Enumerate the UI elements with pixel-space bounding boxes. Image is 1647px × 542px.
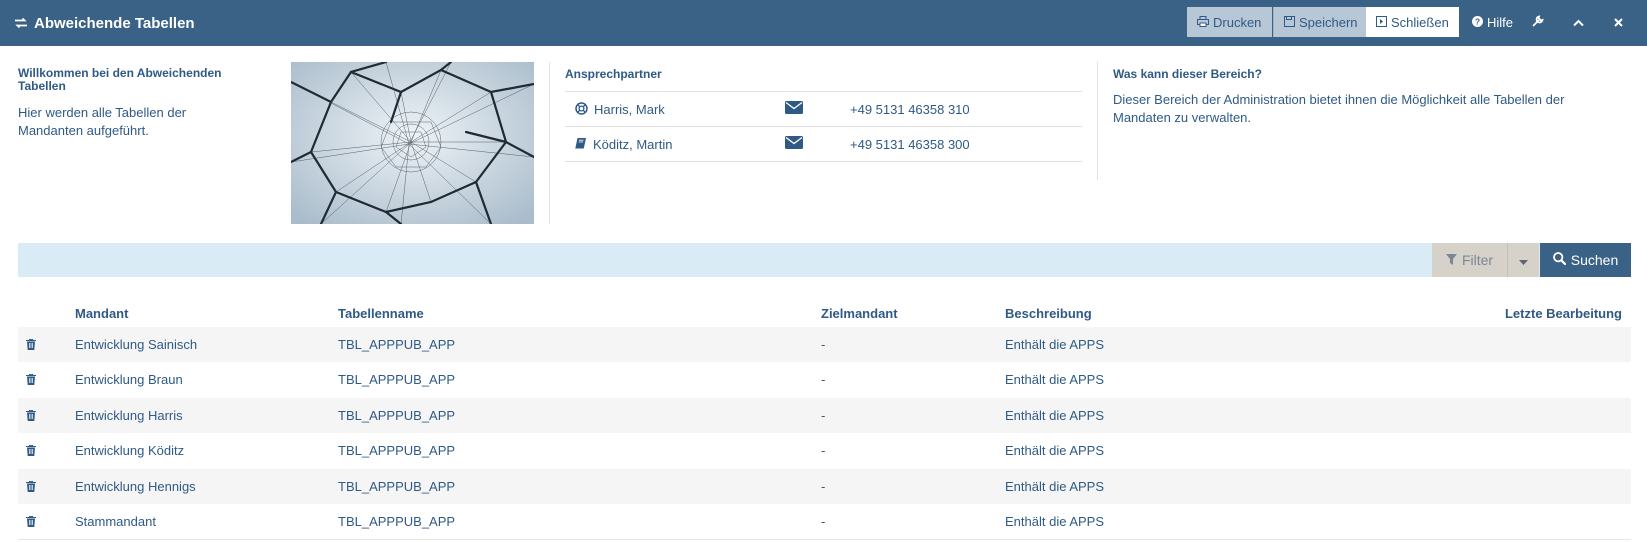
trash-icon[interactable]: [26, 480, 36, 495]
table-row[interactable]: Entwicklung Braun TBL_APPPUB_APP - Enthä…: [18, 362, 1631, 397]
cell-zielmandant: -: [821, 372, 826, 387]
close-window-button[interactable]: [1608, 7, 1628, 37]
contact-row: Köditz, Martin +49 5131 46358 300: [565, 126, 1082, 161]
exit-icon: [1376, 15, 1387, 30]
cell-mandant: Entwicklung Braun: [75, 372, 183, 387]
info-text: Dieser Bereich der Administration bietet…: [1113, 92, 1565, 125]
trash-icon[interactable]: [26, 515, 36, 530]
question-circle-icon: ?: [1472, 15, 1483, 30]
envelope-icon[interactable]: [785, 136, 803, 152]
cell-tabellenname: TBL_APPPUB_APP: [338, 408, 456, 423]
cell-tabellenname: TBL_APPPUB_APP: [338, 443, 456, 458]
chevron-up-icon: [1572, 15, 1584, 30]
contact-phone[interactable]: +49 5131 46358 310: [850, 92, 970, 127]
cell-tabellenname: TBL_APPPUB_APP: [338, 372, 456, 387]
page-title: Abweichende Tabellen: [14, 0, 195, 46]
header-image: [291, 62, 534, 224]
divider: [565, 161, 1082, 162]
table-row[interactable]: Entwicklung Sainisch TBL_APPPUB_APP - En…: [18, 327, 1631, 362]
envelope-icon[interactable]: [785, 101, 803, 117]
trash-icon[interactable]: [26, 409, 36, 424]
table-row[interactable]: Entwicklung Köditz TBL_APPPUB_APP - Enth…: [18, 433, 1631, 468]
cell-mandant: Entwicklung Harris: [75, 408, 183, 423]
wrench-button[interactable]: [1528, 7, 1548, 37]
search-icon: [1552, 252, 1566, 268]
divider: [549, 62, 550, 224]
top-bar: Abweichende Tabellen Drucken Speichern S…: [0, 0, 1647, 46]
cell-zielmandant: -: [821, 514, 826, 529]
cell-zielmandant: -: [821, 408, 826, 423]
welcome-heading: Willkommen bei den Abweichenden Tabellen: [18, 66, 222, 93]
cell-tabellenname: TBL_APPPUB_APP: [338, 514, 456, 529]
help-button[interactable]: ? Hilfe: [1462, 7, 1518, 37]
cell-beschreibung: Enthält die APPS: [1005, 514, 1105, 529]
info-heading: Was kann dieser Bereich?: [1113, 67, 1262, 81]
contact-phone[interactable]: +49 5131 46358 300: [850, 127, 970, 162]
column-header-mandant[interactable]: Mandant: [75, 298, 128, 328]
cell-mandant: Entwicklung Köditz: [75, 443, 185, 458]
search-button[interactable]: Suchen: [1540, 243, 1631, 277]
print-button[interactable]: Drucken: [1187, 7, 1272, 37]
trash-icon[interactable]: [26, 373, 36, 388]
caret-down-icon: [1519, 253, 1528, 268]
cell-tabellenname: TBL_APPPUB_APP: [338, 337, 456, 352]
cell-mandant: Entwicklung Sainisch: [75, 337, 198, 352]
cell-zielmandant: -: [821, 443, 826, 458]
cell-zielmandant: -: [821, 479, 826, 494]
cell-beschreibung: Enthält die APPS: [1005, 337, 1105, 352]
column-header-tabellenname[interactable]: Tabellenname: [338, 298, 424, 328]
cell-mandant: Entwicklung Hennigs: [75, 479, 196, 494]
cell-beschreibung: Enthält die APPS: [1005, 372, 1105, 387]
table-row[interactable]: Stammandant TBL_APPPUB_APP - Enthält die…: [18, 504, 1631, 539]
contact-row: Harris, Mark +49 5131 46358 310: [565, 91, 1082, 126]
cell-zielmandant: -: [821, 337, 826, 352]
cell-beschreibung: Enthält die APPS: [1005, 443, 1105, 458]
filter-icon: [1445, 252, 1457, 268]
column-header-zielmandant[interactable]: Zielmandant: [821, 298, 898, 328]
close-icon: [1613, 15, 1623, 30]
divider: [1097, 62, 1098, 180]
cell-beschreibung: Enthält die APPS: [1005, 408, 1105, 423]
page-title-text: Abweichende Tabellen: [34, 14, 195, 32]
cell-mandant: Stammandant: [75, 514, 156, 529]
printer-icon: [1197, 15, 1209, 30]
table-row[interactable]: Entwicklung Hennigs TBL_APPPUB_APP - Ent…: [18, 469, 1631, 504]
trash-icon[interactable]: [26, 444, 36, 459]
table-header: Mandant Tabellenname Zielmandant Beschre…: [18, 298, 1631, 328]
floppy-disk-icon: [1284, 15, 1295, 30]
trash-icon[interactable]: [26, 338, 36, 353]
filter-dropdown-button[interactable]: [1507, 243, 1539, 277]
contacts-heading: Ansprechpartner: [565, 67, 662, 81]
welcome-text: Hier werden alle Tabellen der Mandanten …: [18, 105, 187, 138]
book-icon: [575, 137, 587, 152]
column-header-beschreibung[interactable]: Beschreibung: [1005, 298, 1092, 328]
divider: [18, 539, 1631, 540]
exchange-icon: [14, 17, 28, 29]
save-button[interactable]: Speichern: [1273, 7, 1366, 37]
table-row[interactable]: Entwicklung Harris TBL_APPPUB_APP - Enth…: [18, 398, 1631, 433]
filter-bar: [18, 243, 1631, 277]
lifebuoy-icon: [575, 101, 588, 118]
column-header-letzte-bearbeitung[interactable]: Letzte Bearbeitung: [1505, 298, 1622, 328]
cell-tabellenname: TBL_APPPUB_APP: [338, 479, 456, 494]
svg-text:?: ?: [1475, 16, 1480, 26]
wrench-icon: [1532, 14, 1544, 30]
collapse-button[interactable]: [1568, 7, 1588, 37]
cell-beschreibung: Enthält die APPS: [1005, 479, 1105, 494]
close-button[interactable]: Schließen: [1366, 7, 1459, 37]
contact-name: Köditz, Martin: [575, 127, 672, 162]
contact-name: Harris, Mark: [575, 92, 665, 127]
filter-button[interactable]: Filter: [1432, 243, 1507, 277]
